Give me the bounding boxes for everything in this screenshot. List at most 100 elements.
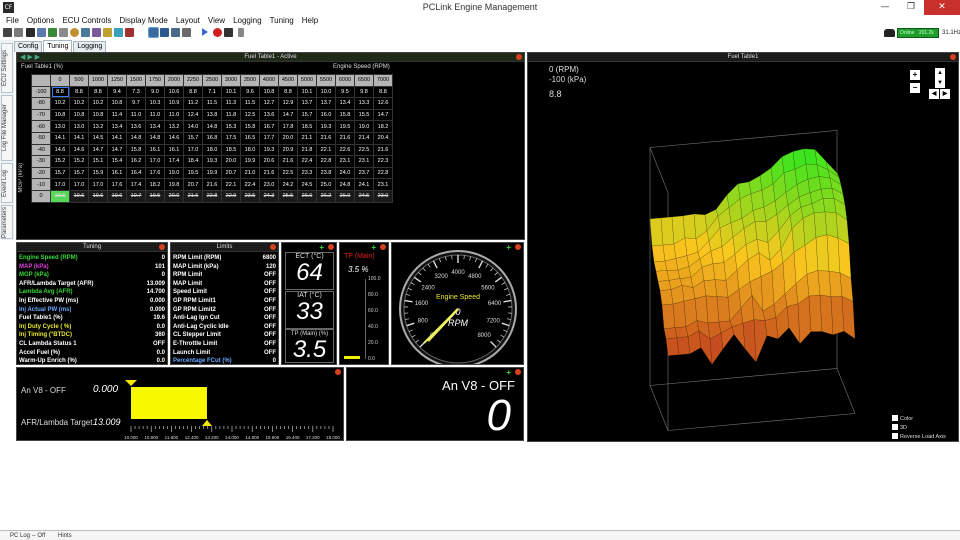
fuel-cell[interactable]: 19.0 xyxy=(164,166,184,180)
fuel-cell[interactable]: 23.1 xyxy=(373,178,393,191)
compare-icon[interactable] xyxy=(59,28,68,37)
tuning-row[interactable]: Inj Timing (°BTDC) 360 xyxy=(19,331,165,340)
tab-logging[interactable]: Logging xyxy=(73,41,107,52)
fuel-cell[interactable]: 22.9 xyxy=(221,189,241,203)
close-button[interactable]: ✕ xyxy=(924,0,960,15)
play-icon[interactable] xyxy=(202,28,208,36)
fuel-cell[interactable]: 20.9 xyxy=(278,143,298,157)
fuel-cell[interactable]: 13.7 xyxy=(297,97,317,110)
fuel-cell[interactable]: 17.0 xyxy=(145,155,165,168)
fuel-cell[interactable]: 19.5 xyxy=(183,166,203,180)
tp-bar-close-icon[interactable] xyxy=(380,244,386,250)
fuel-cell[interactable]: 16.2 xyxy=(126,155,146,168)
fuel-cell[interactable]: 15.7 xyxy=(50,166,70,180)
fuel-cell[interactable]: 16.4 xyxy=(126,166,146,180)
fuel-cell[interactable]: 15.5 xyxy=(354,108,374,122)
fuel-cell[interactable]: 11.2 xyxy=(183,97,203,110)
zoom-in-button[interactable]: + xyxy=(910,70,920,80)
fuel-cell[interactable]: 14.1 xyxy=(50,131,70,145)
fuel-cell[interactable]: 9.5 xyxy=(335,85,355,99)
fuel-cell[interactable]: 11.0 xyxy=(164,108,184,122)
rpm-axis-cell[interactable]: 4000 xyxy=(259,74,279,87)
fuel-cell[interactable]: 19.3 xyxy=(202,155,222,168)
fuel-cell[interactable]: 12.9 xyxy=(278,97,298,110)
fuel-cell[interactable]: 23.5 xyxy=(240,189,260,203)
add-icon[interactable]: + xyxy=(506,369,511,377)
stop-icon[interactable] xyxy=(224,28,233,37)
fuel-cell[interactable]: 24.8 xyxy=(335,178,355,191)
rpm-axis-cell[interactable]: 1500 xyxy=(126,74,146,87)
limits-row[interactable]: Anti-Lag Cyclic Idle OFF xyxy=(173,323,276,332)
layout-split-icon[interactable] xyxy=(160,28,169,37)
fuel-cell[interactable]: 15.7 xyxy=(69,166,89,180)
fuel-cell[interactable]: 17.4 xyxy=(164,155,184,168)
menu-help[interactable]: Help xyxy=(298,15,322,27)
fuel-cell[interactable]: 18.2 xyxy=(145,178,165,191)
minimize-button[interactable]: — xyxy=(871,0,899,15)
fuel-cell[interactable]: 22.4 xyxy=(297,155,317,168)
fuel-cell[interactable]: 8.8 xyxy=(278,85,298,99)
fuel-cell[interactable]: 21.0 xyxy=(240,166,260,180)
color-checkbox[interactable]: Color xyxy=(892,415,913,422)
menu-view[interactable]: View xyxy=(204,15,229,27)
rpm-axis-cell[interactable]: 1000 xyxy=(88,74,108,87)
fuel-cell[interactable]: 13.6 xyxy=(126,120,146,133)
fuel-cell[interactable]: 19.7 xyxy=(126,189,146,203)
fuel-cell[interactable]: 19.9 xyxy=(202,166,222,180)
limits-row[interactable]: GP RPM Limit1 OFF xyxy=(173,297,276,306)
fuel-cell[interactable]: 13.3 xyxy=(354,97,374,110)
tuning-row[interactable]: Inj Effective PW (ms) 0.000 xyxy=(19,297,165,306)
fuel-cell[interactable]: 23.3 xyxy=(297,166,317,180)
map-axis-cell[interactable]: -50 xyxy=(31,131,51,145)
connect-icon[interactable] xyxy=(3,28,12,37)
fuel-cell[interactable]: 13.2 xyxy=(88,120,108,133)
fuel-cell[interactable]: 17.7 xyxy=(259,131,279,145)
rpm-axis-cell[interactable]: 2250 xyxy=(183,74,203,87)
fuel-cell[interactable]: 16.5 xyxy=(240,131,260,145)
tuning-row[interactable]: Lambda Avg (AFR) 14.700 xyxy=(19,288,165,297)
reverse-load-axis-checkbox[interactable]: Reverse Load Axis xyxy=(892,433,946,440)
fuel-cell[interactable]: 21.6 xyxy=(202,178,222,191)
rpm-axis-cell[interactable]: 3500 xyxy=(240,74,260,87)
fuel-cell[interactable]: 14.8 xyxy=(126,131,146,145)
fuel-cell[interactable]: 9.7 xyxy=(126,97,146,110)
map-axis-cell[interactable]: -30 xyxy=(31,155,51,168)
fuel-cell[interactable]: 16.1 xyxy=(145,143,165,157)
tuning-row[interactable]: Accel Fuel (%) 0.0 xyxy=(19,349,165,358)
fuel-cell[interactable]: 22.1 xyxy=(221,178,241,191)
rpm-axis-cell[interactable]: 6000 xyxy=(335,74,355,87)
fuel-cell[interactable]: 10.3 xyxy=(145,97,165,110)
fuel-cell[interactable]: 14.6 xyxy=(50,143,70,157)
fuel-cell[interactable]: 20.0 xyxy=(164,189,184,203)
fuel-cell[interactable]: 26.2 xyxy=(316,189,336,203)
tuning-row[interactable]: Warm-Up Enrich (%) 0.0 xyxy=(19,357,165,364)
menu-ecu-controls[interactable]: ECU Controls xyxy=(58,15,115,27)
fuel-cell[interactable]: 24.0 xyxy=(335,166,355,180)
map-axis-cell[interactable]: -60 xyxy=(31,120,51,133)
side-tab-ecu-settings[interactable]: ECU Settings xyxy=(1,43,13,93)
fuel-cell[interactable]: 14.6 xyxy=(69,143,89,157)
fuel-cell[interactable]: 13.0 xyxy=(69,120,89,133)
fuel-cell[interactable]: 23.7 xyxy=(354,166,374,180)
fuel-cell[interactable]: 15.7 xyxy=(183,131,203,145)
fuel-cell[interactable]: 18.2 xyxy=(373,120,393,133)
limits-row[interactable]: MAP Limit OFF xyxy=(173,280,276,289)
tab-tuning[interactable]: Tuning xyxy=(43,40,73,52)
fuel-cell[interactable]: 16.1 xyxy=(164,143,184,157)
fuel-cell[interactable]: 10.8 xyxy=(69,108,89,122)
fuel-cell[interactable]: 20.6 xyxy=(259,155,279,168)
fuel-cell[interactable]: 24.5 xyxy=(354,189,374,203)
fuel-cell[interactable]: 22.8 xyxy=(316,155,336,168)
rpm-axis-cell[interactable]: 2000 xyxy=(164,74,184,87)
fuel-cell[interactable]: 17.0 xyxy=(50,178,70,191)
rpm-axis-cell[interactable]: 1250 xyxy=(107,74,127,87)
fuel-cell[interactable]: 15.8 xyxy=(126,143,146,157)
rpm-axis-cell[interactable]: 5500 xyxy=(316,74,336,87)
rotate-down-button[interactable]: ▼ xyxy=(935,78,945,88)
fuel-cell[interactable]: 22.5 xyxy=(354,143,374,157)
fuel-cell[interactable]: 13.0 xyxy=(50,120,70,133)
fuel-cell[interactable]: 10.6 xyxy=(164,85,184,99)
fuel-cell[interactable]: 11.5 xyxy=(240,97,260,110)
fuel-cell[interactable]: 14.8 xyxy=(202,120,222,133)
fuel-cell[interactable]: 10.8 xyxy=(259,85,279,99)
